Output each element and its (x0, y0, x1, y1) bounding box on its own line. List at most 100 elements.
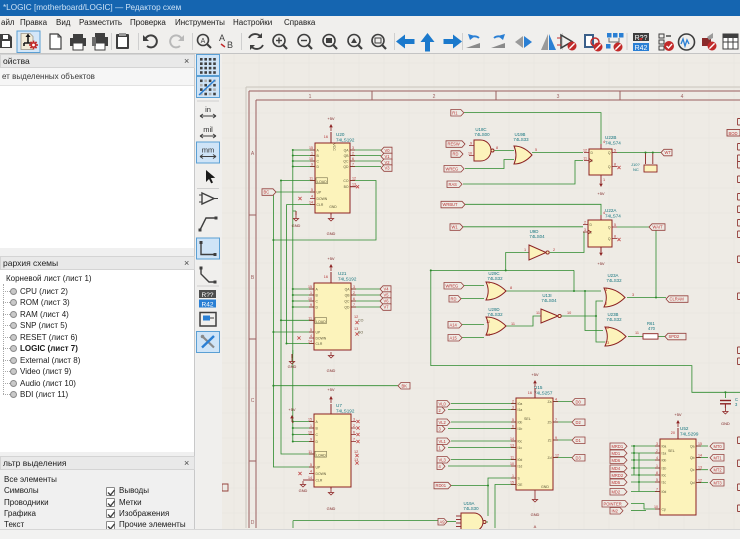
svg-text:MD4: MD4 (612, 466, 621, 471)
svg-text:11: 11 (635, 331, 639, 335)
svg-text:74LS192: 74LS192 (336, 137, 355, 142)
svg-text:mm: mm (202, 146, 215, 155)
svg-text:MD6: MD6 (612, 458, 621, 463)
svg-text:8: 8 (496, 146, 498, 150)
svg-text:V1: V1 (385, 154, 391, 159)
svg-text:12: 12 (486, 320, 490, 324)
svg-text:15: 15 (308, 418, 312, 422)
svg-text:UP: UP (317, 191, 322, 195)
svg-text:NC: NC (633, 167, 639, 172)
svg-text:V0: V0 (385, 148, 391, 153)
svg-text:MRD2: MRD2 (612, 473, 624, 478)
svg-text:+5V: +5V (674, 412, 682, 417)
svg-text:3: 3 (632, 293, 634, 297)
svg-text:SEL: SEL (524, 417, 531, 421)
svg-text:GND: GND (288, 364, 297, 369)
svg-text:74LS32: 74LS32 (606, 317, 622, 322)
svg-text:6: 6 (352, 157, 354, 161)
svg-text:I1c: I1c (518, 446, 523, 450)
svg-text:6: 6 (512, 425, 514, 429)
svg-text:Zd: Zd (548, 456, 552, 460)
svg-text:15: 15 (510, 481, 514, 485)
svg-text:2: 2 (553, 248, 555, 252)
svg-text:13: 13 (698, 466, 702, 470)
svg-text:I0a: I0a (518, 402, 523, 406)
svg-text:GND: GND (299, 488, 308, 493)
svg-text:B: B (227, 40, 233, 50)
svg-text:5: 5 (512, 418, 514, 422)
svg-text:1: 1 (309, 94, 312, 100)
svg-text:D: D (251, 520, 255, 526)
svg-text:V2: V2 (385, 160, 391, 165)
svg-text:BO: BO (358, 331, 363, 335)
svg-text:MD2: MD2 (612, 489, 621, 494)
svg-text:OE: OE (518, 483, 524, 487)
svg-text:11: 11 (536, 311, 540, 315)
svg-text:3: 3 (353, 285, 355, 289)
svg-text:13: 13 (354, 458, 358, 462)
svg-text:GND: GND (327, 368, 336, 373)
svg-text:I0a: I0a (662, 445, 667, 449)
svg-text:CLR: CLR (316, 342, 323, 346)
svg-text:8: 8 (614, 162, 616, 166)
svg-text:D1: D1 (576, 438, 582, 443)
svg-text:U21: U21 (338, 271, 347, 276)
svg-text:+5V: +5V (531, 372, 539, 377)
svg-text:QD: QD (343, 165, 349, 169)
svg-text:C: C (251, 398, 255, 404)
svg-text:D2: D2 (576, 420, 582, 425)
svg-text:mil: mil (203, 125, 213, 134)
svg-text:VL3: VL3 (439, 457, 447, 462)
svg-text:3: 3 (557, 94, 560, 100)
svg-text:1: 1 (310, 291, 312, 295)
svg-text:74LS299: 74LS299 (680, 431, 699, 436)
svg-text:16: 16 (528, 391, 532, 395)
svg-text:SPD2: SPD2 (669, 334, 680, 339)
svg-text:2: 2 (433, 94, 436, 100)
svg-text:+5V: +5V (327, 116, 335, 121)
svg-text:12: 12 (352, 177, 356, 181)
svg-text:6: 6 (353, 297, 355, 301)
svg-text:WT: WT (665, 150, 672, 155)
svg-text:74LS33: 74LS33 (513, 137, 529, 142)
svg-text:74LS192: 74LS192 (336, 408, 355, 413)
svg-text:9: 9 (310, 303, 312, 307)
svg-text:CLR: CLR (317, 203, 324, 207)
svg-text:SEL: SEL (668, 449, 675, 453)
svg-text:I1b: I1b (518, 427, 523, 431)
svg-text:A: A (251, 151, 255, 157)
svg-text:1: 1 (603, 178, 605, 182)
svg-text:Q: Q (608, 226, 611, 230)
svg-text:7: 7 (352, 163, 354, 167)
svg-text:6: 6 (353, 431, 355, 435)
svg-text:9: 9 (310, 438, 312, 442)
svg-text:I1c: I1c (662, 481, 667, 485)
svg-text:RD: RD (451, 296, 457, 301)
svg-text:Zc: Zc (548, 439, 552, 443)
svg-text:9: 9 (470, 142, 472, 146)
svg-text:1: 1 (310, 424, 312, 428)
svg-text:3: 3 (584, 228, 586, 232)
svg-text:2: 2 (353, 424, 355, 428)
svg-text:74LS04: 74LS04 (529, 234, 545, 239)
svg-text:RAS: RAS (449, 182, 458, 187)
svg-text:12: 12 (555, 454, 559, 458)
svg-text:U20: U20 (336, 132, 345, 137)
svg-text:D3: D3 (576, 455, 582, 460)
svg-text:BC: BC (264, 190, 270, 195)
svg-text:5: 5 (310, 463, 312, 467)
svg-text:WREG: WREG (446, 283, 459, 288)
svg-text:+5V: +5V (327, 387, 335, 392)
svg-text:R42: R42 (202, 302, 214, 309)
svg-text:1: 1 (512, 474, 514, 478)
svg-text:Zb: Zb (548, 421, 552, 425)
svg-text:1: 1 (656, 464, 658, 468)
svg-text:13: 13 (352, 183, 356, 187)
svg-text:R??: R?? (202, 292, 214, 299)
svg-text:5: 5 (656, 478, 658, 482)
svg-text:I0d: I0d (662, 490, 667, 494)
svg-text:CLRAM: CLRAM (670, 297, 685, 302)
svg-text:Q: Q (608, 237, 611, 241)
svg-text:9: 9 (311, 163, 313, 167)
svg-text:74LS257: 74LS257 (534, 390, 553, 395)
